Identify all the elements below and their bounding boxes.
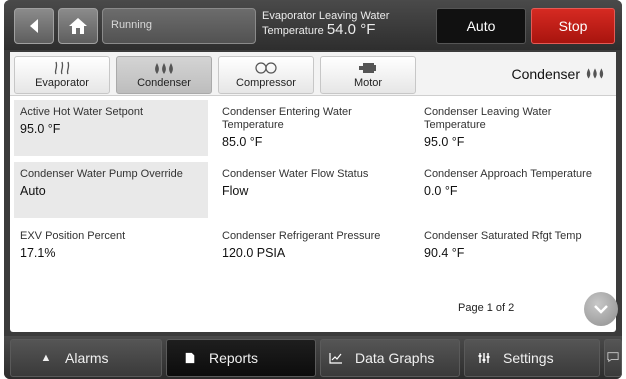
cell-condenser-water-pump-override[interactable]: Condenser Water Pump Override Auto bbox=[14, 162, 208, 218]
tab-evaporator[interactable]: Evaporator bbox=[14, 56, 110, 94]
top-bar: Running Evaporator Leaving Water Tempera… bbox=[4, 0, 622, 50]
nav-more[interactable] bbox=[604, 339, 622, 377]
cell-label: Condenser Saturated Rfgt Temp bbox=[424, 230, 582, 242]
nav-reports[interactable]: Reports bbox=[166, 339, 316, 377]
cell-condenser-approach-temp: Condenser Approach Temperature 0.0 °F bbox=[418, 162, 612, 218]
nav-settings-label: Settings bbox=[503, 350, 554, 366]
cell-value: Flow bbox=[222, 184, 249, 198]
main-panel: Evaporator Condenser Compressor Motor Co… bbox=[10, 52, 618, 332]
home-button[interactable] bbox=[58, 8, 98, 44]
graph-icon bbox=[327, 352, 345, 364]
tab-condenser-label: Condenser bbox=[137, 77, 191, 89]
evaporator-leaving-temp: Evaporator Leaving Water Temperature 54.… bbox=[262, 9, 389, 38]
run-status-text: Running bbox=[111, 19, 152, 31]
page-down-button[interactable] bbox=[584, 292, 618, 326]
bottom-nav: ▲ Alarms Reports Data Graphs Settings bbox=[4, 336, 622, 379]
evap-temp-value: 54.0 °F bbox=[326, 21, 376, 38]
cell-value: 90.4 °F bbox=[424, 246, 465, 260]
cell-condenser-refrigerant-pressure: Condenser Refrigerant Pressure 120.0 PSI… bbox=[216, 224, 410, 280]
cell-value: 17.1% bbox=[20, 246, 56, 260]
alarm-icon: ▲ bbox=[40, 352, 52, 364]
evap-temp-label-2: Temperature bbox=[262, 25, 324, 37]
section-title: Condenser bbox=[511, 66, 581, 82]
cell-condenser-saturated-rfgt-temp: Condenser Saturated Rfgt Temp 90.4 °F bbox=[418, 224, 612, 280]
back-button[interactable] bbox=[14, 8, 54, 44]
cell-value: 0.0 °F bbox=[424, 184, 458, 198]
nav-data-graphs-label: Data Graphs bbox=[355, 350, 435, 366]
condenser-icon bbox=[586, 68, 604, 79]
evaporator-icon bbox=[54, 61, 70, 75]
cell-label: Condenser Refrigerant Pressure bbox=[222, 230, 381, 242]
motor-icon bbox=[359, 63, 376, 73]
cell-condenser-entering-water-temp: Condenser Entering Water Temperature 85.… bbox=[216, 100, 410, 156]
tab-evaporator-label: Evaporator bbox=[35, 77, 89, 89]
cell-condenser-leaving-water-temp: Condenser Leaving Water Temperature 95.0… bbox=[418, 100, 612, 156]
chat-icon bbox=[607, 350, 619, 366]
back-arrow-icon bbox=[30, 19, 38, 33]
cell-label: Condenser Water Flow Status bbox=[222, 168, 369, 180]
home-icon bbox=[69, 18, 87, 34]
cell-value: Auto bbox=[20, 184, 46, 198]
tab-compressor[interactable]: Compressor bbox=[218, 56, 314, 94]
cell-label: Active Hot Water Setpont bbox=[20, 106, 144, 118]
tab-condenser[interactable]: Condenser bbox=[116, 56, 212, 94]
cell-value: 95.0 °F bbox=[424, 135, 465, 149]
cell-label: Condenser Water Pump Override bbox=[20, 168, 183, 180]
cell-exv-position-percent: EXV Position Percent 17.1% bbox=[14, 224, 208, 280]
nav-reports-label: Reports bbox=[209, 350, 259, 366]
cell-value: 120.0 PSIA bbox=[222, 246, 286, 260]
nav-settings[interactable]: Settings bbox=[464, 339, 600, 377]
chevron-down-icon bbox=[594, 305, 608, 314]
stop-button[interactable]: Stop bbox=[531, 8, 615, 44]
cell-label: EXV Position Percent bbox=[20, 230, 126, 242]
tab-motor[interactable]: Motor bbox=[320, 56, 416, 94]
cell-condenser-water-flow-status: Condenser Water Flow Status Flow bbox=[216, 162, 410, 218]
nav-alarms[interactable]: ▲ Alarms bbox=[10, 339, 162, 377]
reports-icon bbox=[181, 352, 199, 364]
cell-label: Condenser Approach Temperature bbox=[424, 168, 592, 180]
tab-motor-label: Motor bbox=[353, 77, 383, 89]
cell-active-hot-water-setpoint[interactable]: Active Hot Water Setpont 95.0 °F bbox=[14, 100, 208, 156]
nav-data-graphs[interactable]: Data Graphs bbox=[320, 339, 460, 377]
tab-compressor-label: Compressor bbox=[236, 77, 296, 89]
run-status: Running bbox=[102, 8, 256, 44]
cell-label: Condenser Entering Water Temperature bbox=[222, 106, 352, 131]
settings-icon bbox=[475, 352, 493, 364]
nav-alarms-label: Alarms bbox=[65, 350, 109, 366]
compressor-icon bbox=[255, 62, 277, 74]
chiller-screen: Running Evaporator Leaving Water Tempera… bbox=[4, 0, 622, 379]
tab-bar: Evaporator Condenser Compressor Motor Co… bbox=[10, 52, 616, 96]
cell-value: 85.0 °F bbox=[222, 135, 263, 149]
cell-label: Condenser Leaving Water Temperature bbox=[424, 106, 552, 131]
auto-button[interactable]: Auto bbox=[436, 8, 526, 44]
cell-value: 95.0 °F bbox=[20, 122, 61, 136]
page-indicator: Page 1 of 2 bbox=[458, 302, 515, 314]
condenser-icon bbox=[155, 63, 173, 74]
